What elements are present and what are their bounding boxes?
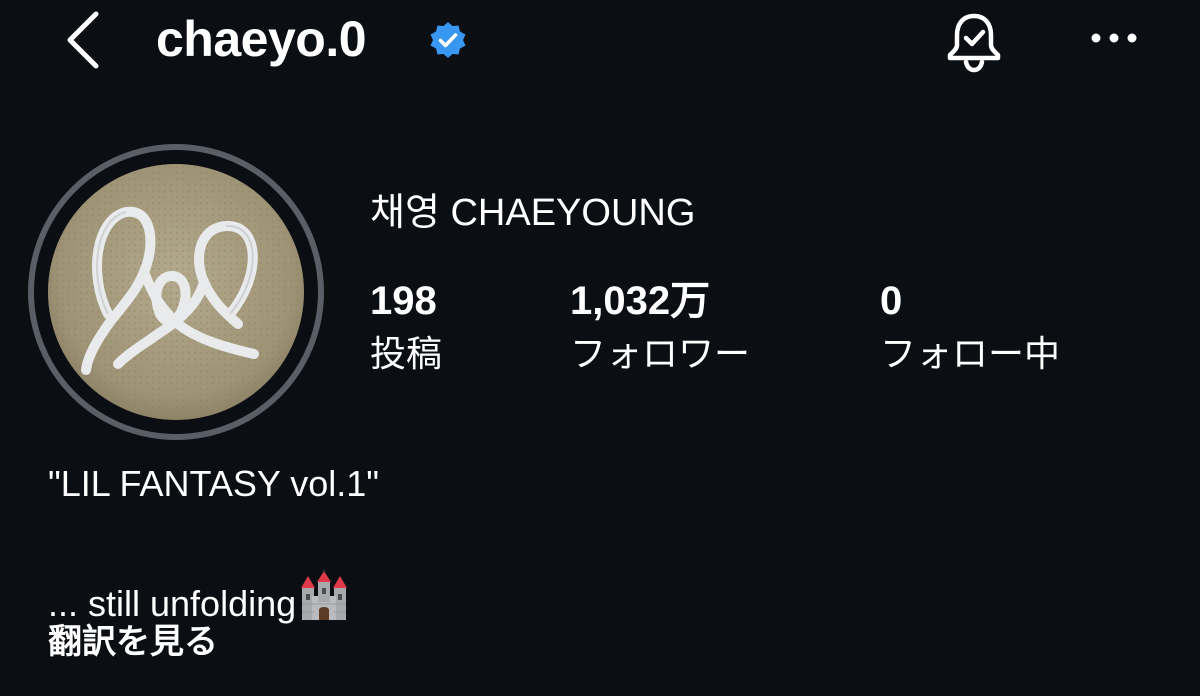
notification-bell-button[interactable] xyxy=(938,10,1010,74)
more-options-button[interactable] xyxy=(1084,18,1144,58)
castle-emoji-icon xyxy=(301,570,348,620)
see-translation-link[interactable]: 翻訳を見る xyxy=(48,620,218,664)
posts-label: 投稿 xyxy=(370,333,443,374)
notification-bell-icon xyxy=(947,13,1001,73)
followers-label: フォロワー xyxy=(570,333,751,374)
back-button[interactable] xyxy=(58,4,114,74)
display-name: 채영 CHAEYOUNG xyxy=(370,192,696,234)
bio-line-2: ... still unfolding xyxy=(48,570,350,626)
following-count: 0 xyxy=(880,279,903,323)
following-label: フォロー中 xyxy=(880,333,1061,374)
top-bar: chaeyo.0 xyxy=(0,0,1200,80)
profile-avatar[interactable] xyxy=(48,164,304,420)
bio-line-1: "LIL FANTASY vol.1" xyxy=(48,463,380,504)
followers-count: 1,032万 xyxy=(570,279,711,323)
posts-count: 198 xyxy=(370,279,437,323)
verified-badge-icon xyxy=(430,22,466,58)
back-chevron-icon xyxy=(67,11,99,69)
ribbon-avatar-image xyxy=(48,164,304,420)
bio-line-2-text: ... still unfolding xyxy=(48,583,297,624)
more-options-icon xyxy=(1091,33,1137,43)
profile-username: chaeyo.0 xyxy=(156,11,367,67)
